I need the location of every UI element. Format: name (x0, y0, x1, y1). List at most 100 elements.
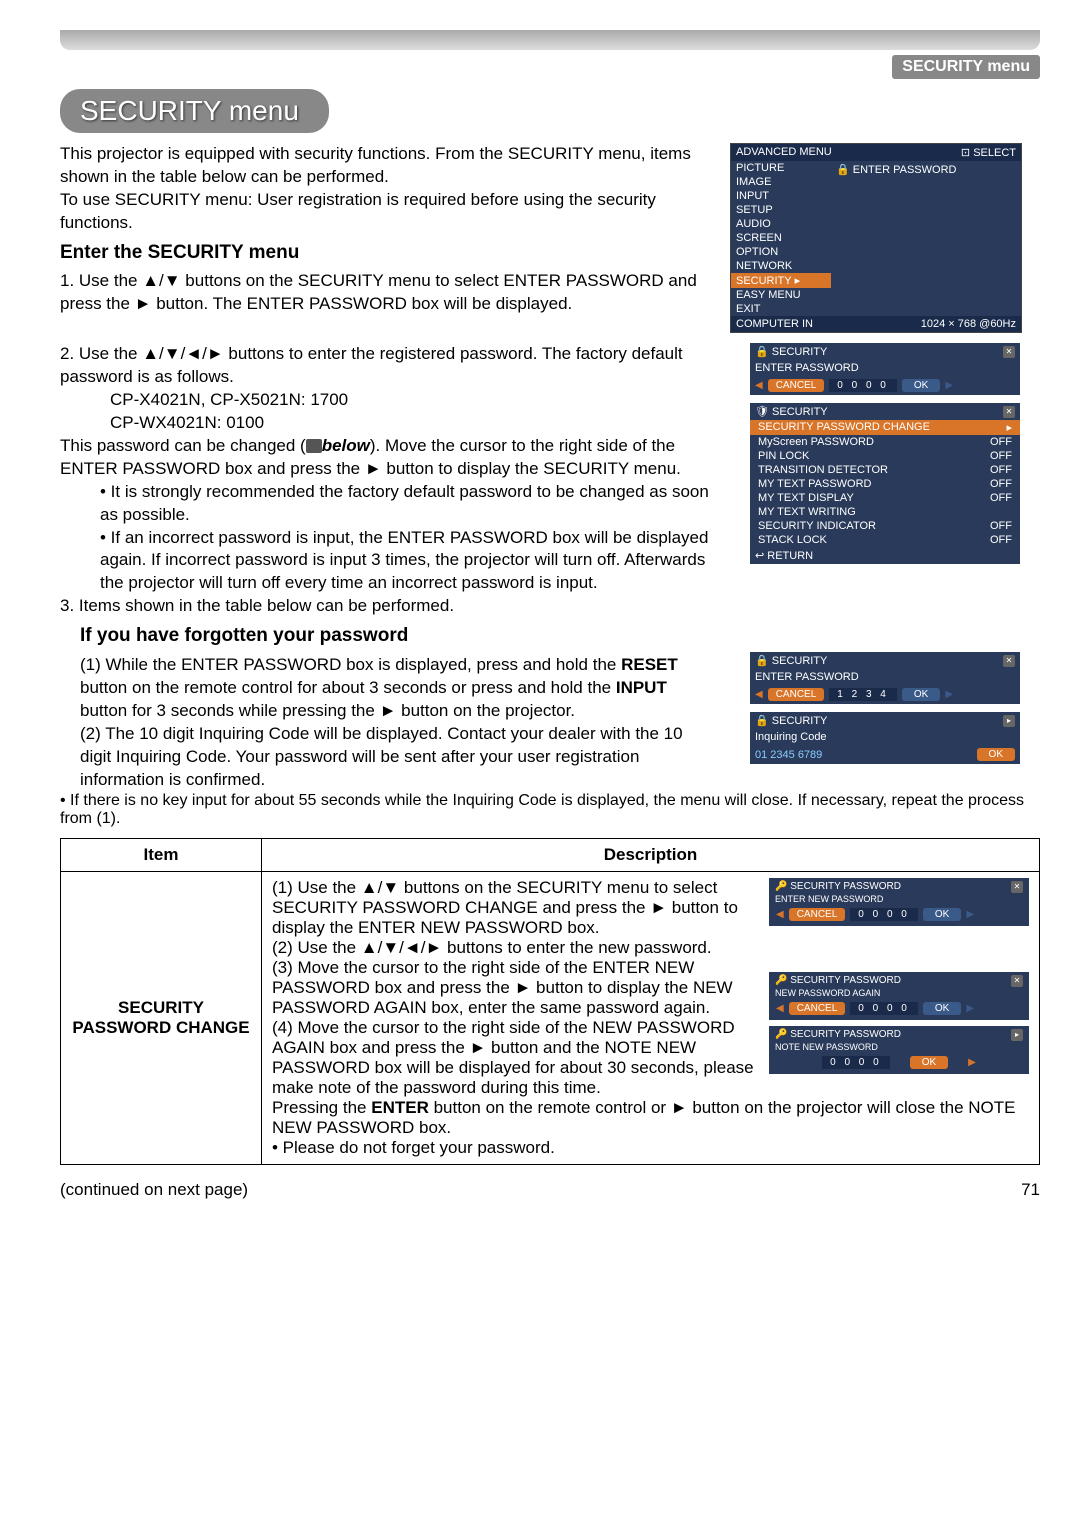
key-icon: 🔑 (775, 881, 787, 892)
osd-cancel-button: CANCEL (768, 379, 825, 392)
inquiring-code-value: 01 2345 6789 (755, 749, 822, 761)
enter-heading: Enter the SECURITY menu (60, 240, 715, 266)
osd-inquiring-code: 🔒 SECURITY▸ Inquiring Code 01 2345 6789 … (750, 712, 1020, 764)
osd-item-audio: AUDIO (731, 217, 831, 231)
page-title: SECURITY menu (60, 89, 329, 133)
arrow-left-icon: ◀ (755, 689, 763, 700)
osd-item-security: SECURITY ▸ (731, 273, 831, 288)
key-icon: 🔑 (775, 1029, 787, 1040)
osd-list-hl: SECURITY PASSWORD CHANGE▸ (750, 420, 1020, 435)
osd-item-setup: SETUP (731, 203, 831, 217)
osd-list-row: MY TEXT PASSWORDOFF (750, 477, 1020, 491)
enter-bullet2: • If an incorrect password is input, the… (60, 527, 715, 596)
page-number: 71 (1021, 1180, 1040, 1200)
osd-list-row: STACK LOCKOFF (750, 533, 1020, 547)
lock-icon: 🔒 (836, 164, 850, 176)
osd-cancel-button: CANCEL (789, 1002, 846, 1015)
top-bar (60, 30, 1040, 50)
enter-pw2: CP-WX4021N: 0100 (60, 412, 715, 435)
enter-step1: 1. Use the ▲/▼ buttons on the SECURITY m… (60, 270, 715, 316)
arrow-right-icon: ▶ (945, 689, 953, 700)
table-item-cell: SECURITY PASSWORD CHANGE (61, 871, 262, 1164)
select-icon: ⊡ (961, 147, 970, 159)
arrow-right-icon: ▶ (966, 1003, 974, 1014)
osd-footer-left: COMPUTER IN (736, 318, 813, 330)
table-header-item: Item (61, 838, 262, 871)
return-icon: ↩ (755, 550, 764, 562)
arrow-icon: ▸ (1011, 1029, 1023, 1041)
book-icon (306, 439, 322, 453)
osd-digits: 0 0 0 0 (822, 1056, 890, 1069)
close-icon: ✕ (1003, 346, 1015, 358)
arrow-icon: ▸ (1003, 715, 1015, 727)
arrow-right-icon: ▸ (1006, 421, 1012, 434)
osd-list-row: PIN LOCKOFF (750, 449, 1020, 463)
osd-cancel-button: CANCEL (768, 688, 825, 701)
osd-ok-button: OK (910, 1056, 948, 1069)
osd-list-row: MyScreen PASSWORDOFF (750, 435, 1020, 449)
enter-bullet1: • It is strongly recommended the factory… (60, 481, 715, 527)
arrow-left-icon: ◀ (755, 380, 763, 391)
intro-p1: This projector is equipped with security… (60, 143, 715, 189)
osd-ok-button: OK (902, 379, 940, 392)
osd-digits: 0 0 0 0 (829, 379, 897, 392)
enter-below: This password can be changed (below). Mo… (60, 435, 715, 481)
osd-enter-password-2: 🔒 SECURITY✕ ENTER PASSWORD ◀ CANCEL 1 2 … (750, 652, 1020, 704)
section-breadcrumb: SECURITY menu (892, 55, 1040, 79)
osd-note-new-password: 🔑 SECURITY PASSWORD ▸ NOTE NEW PASSWORD … (769, 1026, 1029, 1074)
desc-note: • Please do not forget your password. (272, 1138, 1029, 1158)
osd-ok-button: OK (923, 908, 961, 921)
osd-ok-button: OK (923, 1002, 961, 1015)
arrow-right-icon: ▶ (968, 1057, 976, 1068)
continued-label: (continued on next page) (60, 1180, 248, 1200)
enter-step2: 2. Use the ▲/▼/◄/► buttons to enter the … (60, 343, 715, 389)
osd-select-label: SELECT (973, 147, 1016, 159)
forgot-heading: If you have forgotten your password (60, 623, 715, 649)
osd-enter-password-1: 🔒 SECURITY✕ ENTER PASSWORD ◀ CANCEL 0 0 … (750, 343, 1020, 395)
osd-item-screen: SCREEN (731, 231, 831, 245)
lock-icon: 🔒 (755, 655, 769, 667)
forgot-note: • If there is no key input for about 55 … (60, 792, 1040, 828)
osd-adv-label: ADVANCED MENU (736, 146, 832, 159)
close-icon: ✕ (1003, 655, 1015, 667)
key-icon: 🔑 (775, 975, 787, 986)
osd-item-image: IMAGE (731, 175, 831, 189)
forgot-s1: (1) While the ENTER PASSWORD box is disp… (60, 654, 715, 723)
osd-list-row: SECURITY INDICATOROFF (750, 519, 1020, 533)
arrow-left-icon: ◀ (776, 909, 784, 920)
osd-item-network: NETWORK (731, 259, 831, 273)
osd-list-row: MY TEXT WRITING (750, 505, 1020, 519)
osd-item-input: INPUT (731, 189, 831, 203)
table-desc-cell: 🔑 SECURITY PASSWORD ✕ ENTER NEW PASSWORD… (262, 871, 1040, 1164)
osd-item-exit: EXIT (731, 302, 831, 316)
osd-ok-button: OK (902, 688, 940, 701)
osd-item-option: OPTION (731, 245, 831, 259)
osd-item-easymenu: EASY MENU (731, 288, 831, 302)
osd-cancel-button: CANCEL (789, 908, 846, 921)
osd-ok-button: OK (977, 748, 1015, 761)
close-icon: ✕ (1011, 975, 1023, 987)
osd-item-picture: PICTURE (731, 161, 831, 175)
osd-digits: 0 0 0 0 (850, 1002, 918, 1015)
lock-icon: 🔒 (755, 346, 769, 358)
enter-step3: 3. Items shown in the table below can be… (60, 595, 715, 618)
table-header-desc: Description (262, 838, 1040, 871)
forgot-s2: (2) The 10 digit Inquiring Code will be … (60, 723, 715, 792)
desc-step4b: Pressing the ENTER button on the remote … (272, 1098, 1029, 1138)
arrow-right-icon: ▶ (945, 380, 953, 391)
osd-security-list: 🛡 SECURITY✕ SECURITY PASSWORD CHANGE▸ My… (750, 403, 1020, 564)
close-icon: ✕ (1003, 406, 1015, 418)
arrow-left-icon: ◀ (776, 1003, 784, 1014)
osd-enter-pw-label: ENTER PASSWORD (853, 164, 957, 176)
osd-new-password-again: 🔑 SECURITY PASSWORD ✕ NEW PASSWORD AGAIN… (769, 972, 1029, 1020)
description-table: Item Description SECURITY PASSWORD CHANG… (60, 838, 1040, 1165)
close-icon: ✕ (1011, 881, 1023, 893)
intro-p2: To use SECURITY menu: User registration … (60, 189, 715, 235)
arrow-right-icon: ▶ (966, 909, 974, 920)
osd-digits: 0 0 0 0 (850, 908, 918, 921)
osd-list-row: TRANSITION DETECTOROFF (750, 463, 1020, 477)
osd-footer-right: 1024 × 768 @60Hz (921, 318, 1016, 330)
enter-pw1: CP-X4021N, CP-X5021N: 1700 (60, 389, 715, 412)
shield-icon: 🛡 (755, 406, 769, 418)
osd-list-row: MY TEXT DISPLAYOFF (750, 491, 1020, 505)
